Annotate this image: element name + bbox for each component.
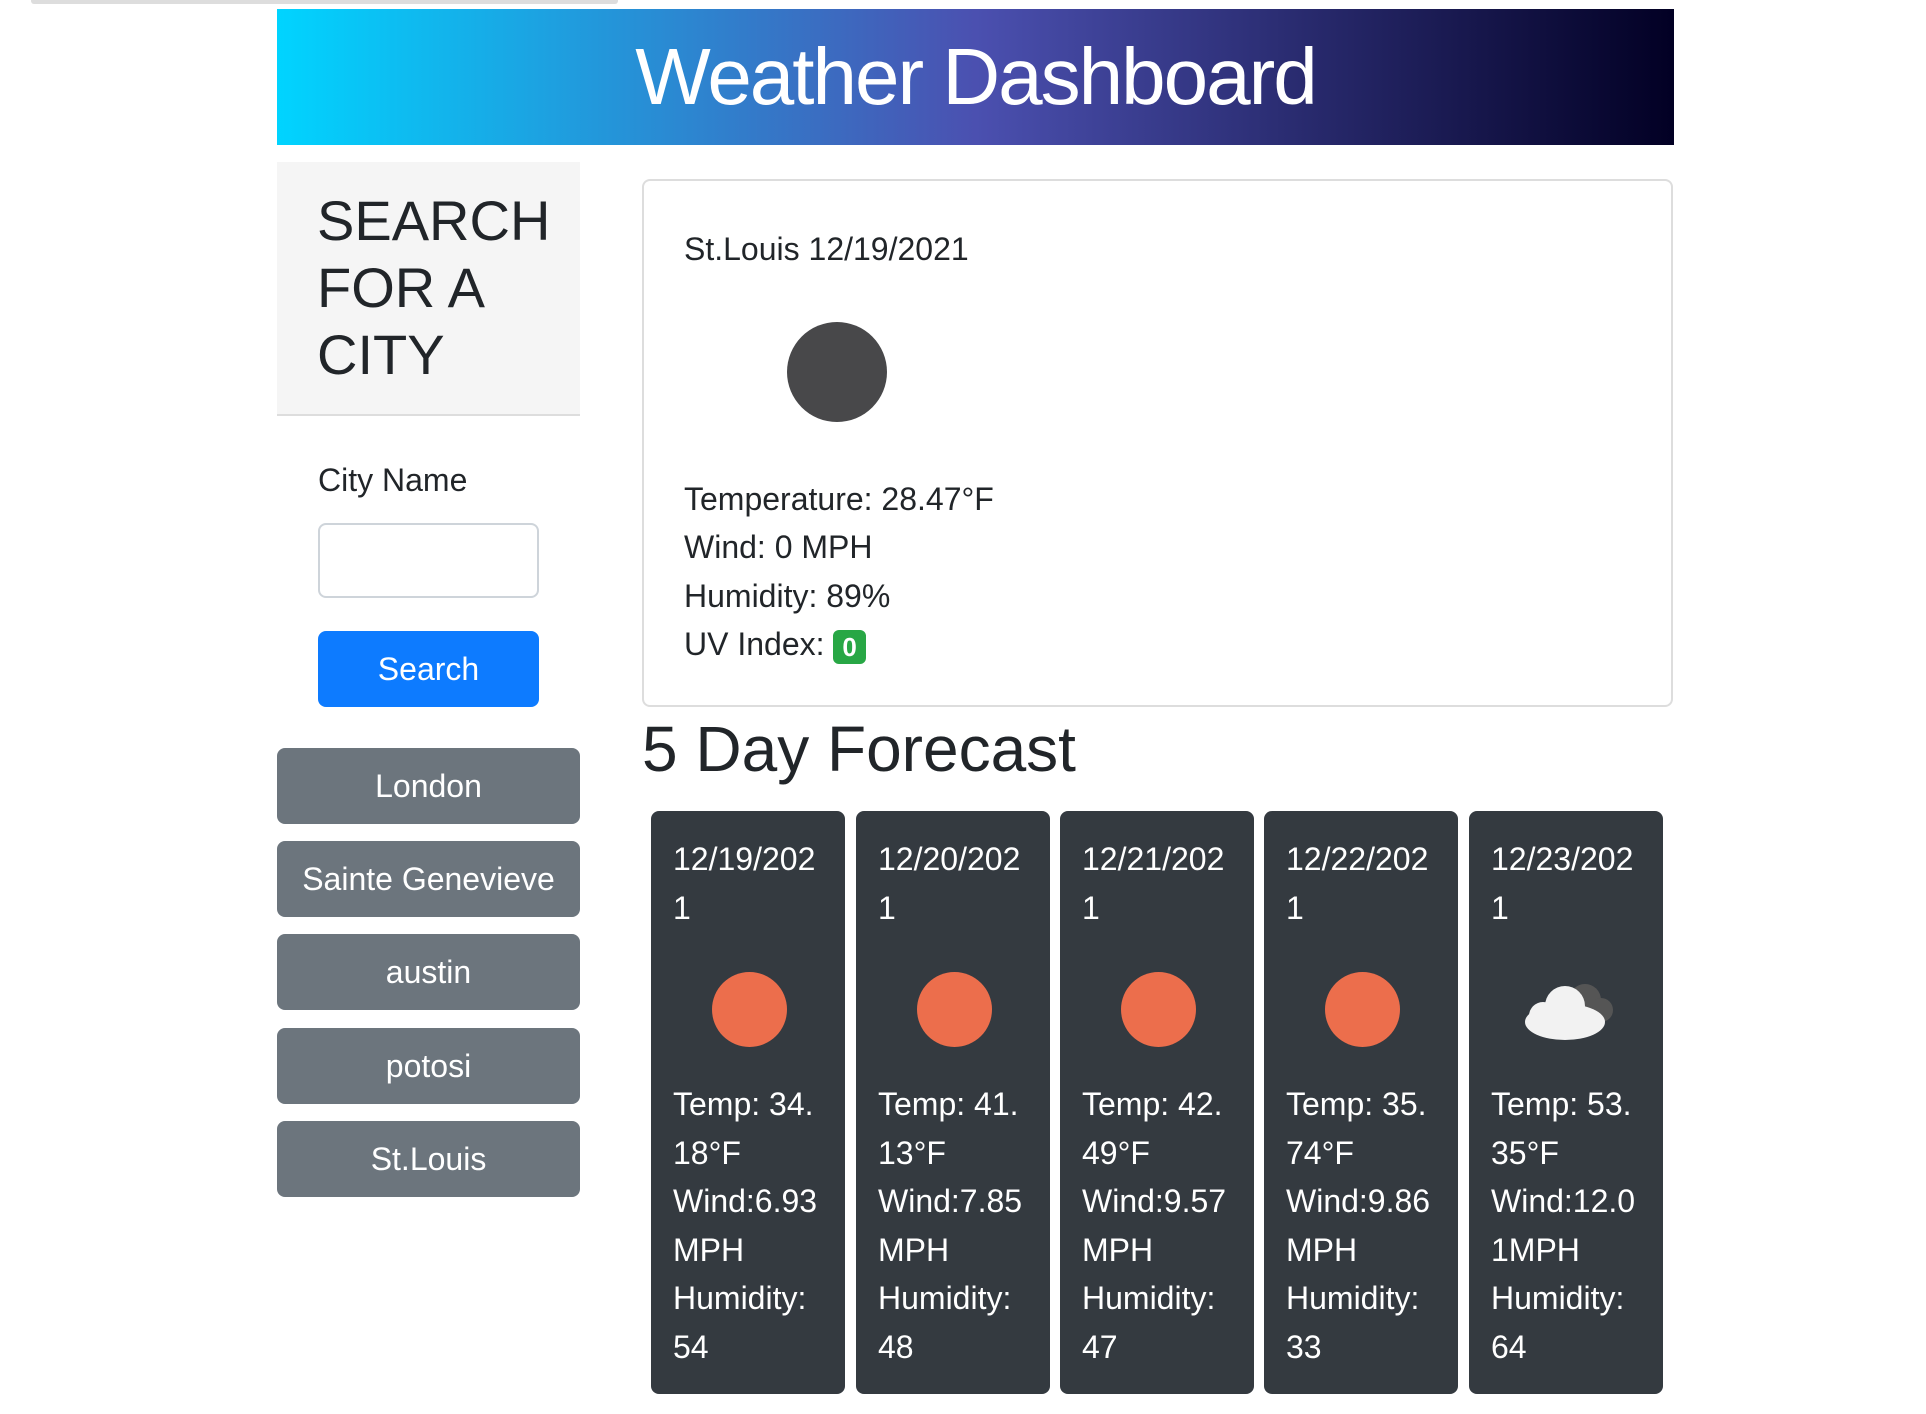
current-uv: UV Index: 0	[684, 620, 866, 668]
history-button-potosi[interactable]: potosi	[277, 1028, 580, 1104]
forecast-card: 12/19/2021 Temp: 34.18°F Wind:6.93 MPH H…	[651, 811, 845, 1394]
forecast-card: 12/23/2021 Temp: 53.35°F Wind:12.01MPH H…	[1469, 811, 1663, 1394]
forecast-date: 12/19/2021	[673, 841, 816, 926]
forecast-icon	[673, 932, 823, 1080]
forecast-date: 12/20/2021	[878, 841, 1021, 926]
forecast-wind: Wind:9.57 MPH	[1082, 1183, 1227, 1268]
weather-icon	[787, 322, 887, 422]
forecast-temp: Temp: 35.74°F	[1286, 1086, 1427, 1171]
city-name-label: City Name	[318, 462, 468, 498]
forecast-date: 12/21/2021	[1082, 841, 1225, 926]
forecast-humidity: Humidity: 48	[878, 1280, 1012, 1365]
history-button-st-louis[interactable]: St.Louis	[277, 1121, 580, 1197]
forecast-wind: Wind:6.93 MPH	[673, 1183, 818, 1268]
search-button[interactable]: Search	[318, 631, 539, 707]
forecast-temp: Temp: 53.35°F	[1491, 1086, 1632, 1171]
sun-icon	[712, 972, 787, 1047]
forecast-icon	[1286, 932, 1436, 1080]
uv-badge: 0	[833, 629, 866, 664]
current-humidity: Humidity: 89%	[684, 578, 891, 614]
forecast-card: 12/22/2021 Temp: 35.74°F Wind:9.86 MPH H…	[1264, 811, 1458, 1394]
page-title: Weather Dashboard	[635, 32, 1317, 121]
scrollbar[interactable]	[31, 0, 618, 4]
forecast-card: 12/21/2021 Temp: 42.49°F Wind:9.57 MPH H…	[1060, 811, 1254, 1394]
current-temperature: Temperature: 28.47°F	[684, 481, 994, 517]
forecast-wind: Wind:7.85 MPH	[878, 1183, 1023, 1268]
forecast-date: 12/22/2021	[1286, 841, 1429, 926]
current-city-date: St.Louis 12/19/2021	[684, 231, 969, 267]
forecast-icon	[1491, 932, 1641, 1080]
sun-icon	[1121, 972, 1196, 1047]
forecast-wind: Wind:9.86 MPH	[1286, 1183, 1431, 1268]
forecast-card: 12/20/2021 Temp: 41.13°F Wind:7.85 MPH H…	[856, 811, 1050, 1394]
search-header: SEARCH FOR A CITY	[277, 162, 580, 416]
history-button-london[interactable]: London	[277, 748, 580, 824]
sun-icon	[917, 972, 992, 1047]
forecast-temp: Temp: 41.13°F	[878, 1086, 1019, 1171]
sun-icon	[1325, 972, 1400, 1047]
header-banner: Weather Dashboard	[277, 9, 1674, 145]
history-button-austin[interactable]: austin	[277, 934, 580, 1010]
forecast-wind: Wind:12.01MPH	[1491, 1183, 1636, 1268]
forecast-date: 12/23/2021	[1491, 841, 1634, 926]
city-name-input[interactable]	[318, 523, 539, 598]
forecast-humidity: Humidity: 33	[1286, 1280, 1420, 1365]
forecast-humidity: Humidity: 47	[1082, 1280, 1216, 1365]
forecast-icon	[878, 932, 1028, 1080]
forecast-icon	[1082, 932, 1232, 1080]
current-weather-card: St.Louis 12/19/2021 Temperature: 28.47°F…	[642, 179, 1673, 707]
forecast-title: 5 Day Forecast	[642, 713, 1076, 785]
search-title: SEARCH FOR A CITY	[317, 189, 551, 386]
forecast-humidity: Humidity: 64	[1491, 1280, 1625, 1365]
cloud-icon	[1525, 984, 1613, 1040]
history-button-sainte-genevieve[interactable]: Sainte Genevieve	[277, 841, 580, 917]
forecast-temp: Temp: 34.18°F	[673, 1086, 814, 1171]
forecast-humidity: Humidity: 54	[673, 1280, 807, 1365]
forecast-temp: Temp: 42.49°F	[1082, 1086, 1223, 1171]
uv-label: UV Index:	[684, 626, 825, 662]
current-wind: Wind: 0 MPH	[684, 529, 873, 565]
